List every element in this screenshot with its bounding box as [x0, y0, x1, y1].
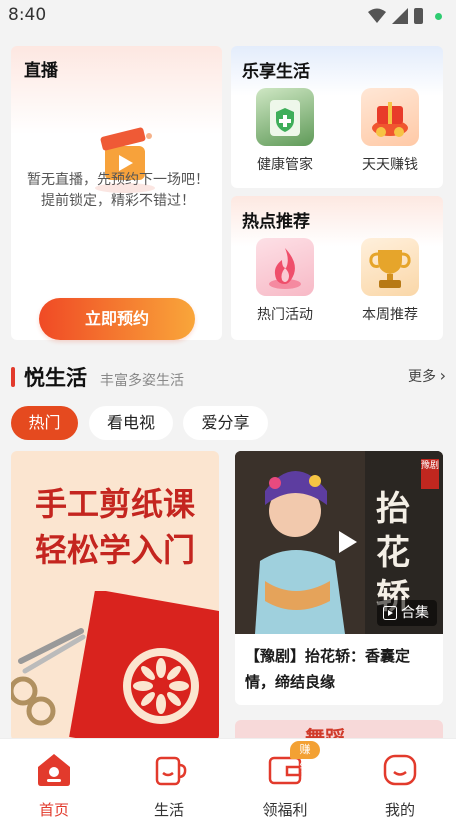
section-accent-bar	[11, 367, 15, 387]
nav-mine-label: 我的	[384, 801, 415, 818]
more-link[interactable]: 更多	[408, 366, 436, 386]
opera-tag: 豫剧	[421, 459, 439, 489]
signal-icon	[392, 8, 408, 24]
nav-life[interactable]: 生活	[134, 749, 204, 818]
live-title: 直播	[24, 61, 58, 81]
health-shield-icon	[256, 88, 314, 146]
book-now-button[interactable]: 立即预约	[39, 298, 195, 340]
tile-earn[interactable]: 天天赚钱	[345, 88, 435, 174]
tile-hot-activity[interactable]: 热门活动	[240, 238, 330, 324]
nav-home[interactable]: 首页	[19, 749, 89, 818]
profile-icon	[383, 754, 417, 786]
nav-mine[interactable]: 我的	[365, 749, 435, 818]
scissors-icon	[11, 628, 86, 726]
money-gift-icon	[361, 88, 419, 146]
section-title: 悦生活	[24, 366, 87, 390]
papercut-headline-1: 手工剪纸课	[34, 485, 195, 523]
feed-card-papercut[interactable]: 手工剪纸课 轻松学入门	[11, 451, 219, 741]
wifi-icon	[368, 8, 386, 23]
nav-home-label: 首页	[38, 801, 69, 818]
earn-badge: 赚钱	[290, 741, 320, 774]
nav-benefits[interactable]: 赚钱 领福利	[250, 741, 320, 818]
tile-earn-label: 天天赚钱	[362, 157, 418, 173]
papercut-illustration	[11, 591, 219, 741]
feed-card-opera[interactable]: 豫剧 抬花轿 合集 【豫剧】抬花轿：香囊定情，缔结良缘	[235, 451, 443, 705]
opera-caption: 【豫剧】抬花轿：香囊定情，缔结良缘	[245, 647, 411, 691]
collection-label: 合集	[401, 605, 429, 621]
lifestyle-card: 乐享生活 健康管家 天天赚钱	[231, 46, 443, 188]
status-bar: 8:40	[0, 0, 456, 32]
section-subtitle: 丰富多姿生活	[100, 373, 184, 389]
live-empty-message: 暂无直播，先预约下一场吧！提前锁定，精彩不错过！	[27, 172, 209, 209]
nav-life-label: 生活	[153, 801, 184, 818]
cup-icon	[155, 756, 187, 786]
live-card[interactable]: 直播 暂无直播，先预约下一场吧！提前锁定，精彩不错过！ 立即预约	[11, 46, 222, 340]
chip-share[interactable]: 爱分享	[183, 406, 268, 440]
tile-health-label: 健康管家	[257, 157, 313, 173]
chip-tv[interactable]: 看电视	[89, 406, 173, 440]
chevron-right-icon[interactable]: ›	[440, 366, 446, 385]
tile-weekly-label: 本周推荐	[362, 307, 418, 323]
chip-hot[interactable]: 热门	[11, 406, 78, 440]
status-time: 8:40	[8, 5, 47, 25]
papercut-headline-2: 轻松学入门	[34, 531, 195, 569]
collection-play-icon	[383, 606, 397, 620]
trophy-icon	[361, 238, 419, 296]
tile-weekly[interactable]: 本周推荐	[345, 238, 435, 324]
bottom-nav: 首页 生活 赚钱 领福利 我的	[0, 738, 456, 818]
tile-hot-activity-label: 热门活动	[257, 307, 313, 323]
tile-health[interactable]: 健康管家	[240, 88, 330, 174]
collection-badge: 合集	[377, 600, 437, 626]
hot-title: 热点推荐	[242, 212, 310, 232]
hot-card: 热点推荐 热门活动 本周推荐	[231, 196, 443, 340]
lifestyle-title: 乐享生活	[242, 62, 310, 82]
nav-benefits-label: 领福利	[262, 801, 308, 818]
play-icon[interactable]	[331, 527, 361, 557]
status-icons	[368, 8, 442, 24]
home-icon	[38, 754, 70, 786]
flame-icon	[256, 238, 314, 296]
battery-icon	[414, 8, 423, 24]
notification-dot-icon	[435, 12, 442, 20]
